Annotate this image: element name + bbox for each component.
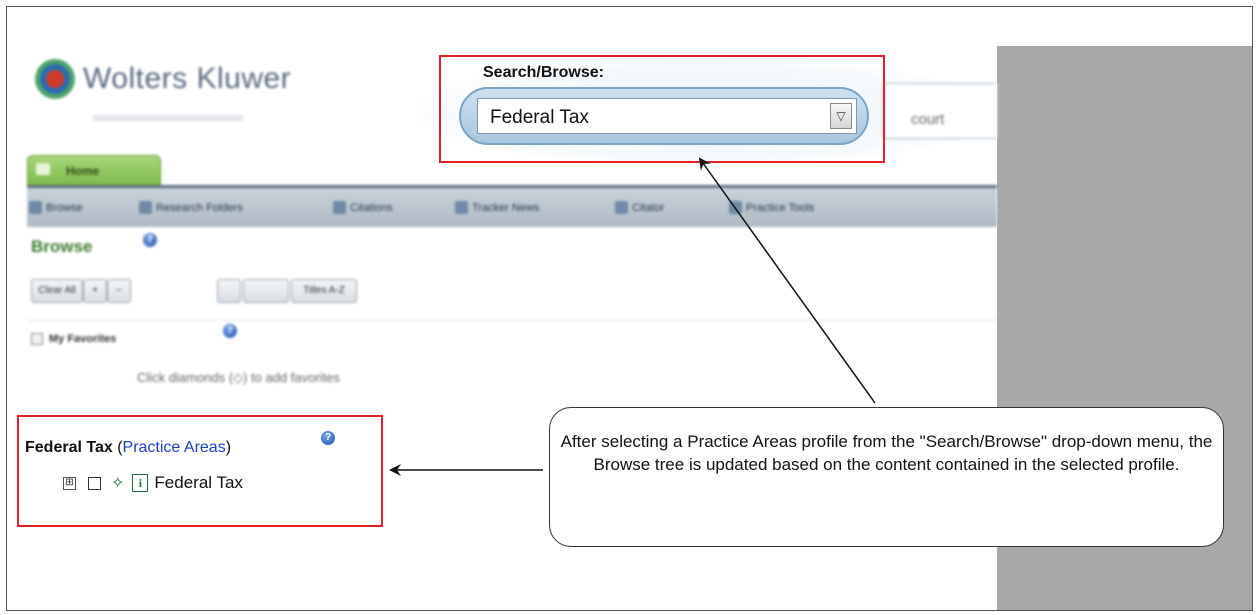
annotation-arrows [389,157,876,476]
screenshot-frame: Wolters Kluwer court Home Browse Researc… [6,6,1253,611]
arrow-to-dropdown [698,157,876,404]
